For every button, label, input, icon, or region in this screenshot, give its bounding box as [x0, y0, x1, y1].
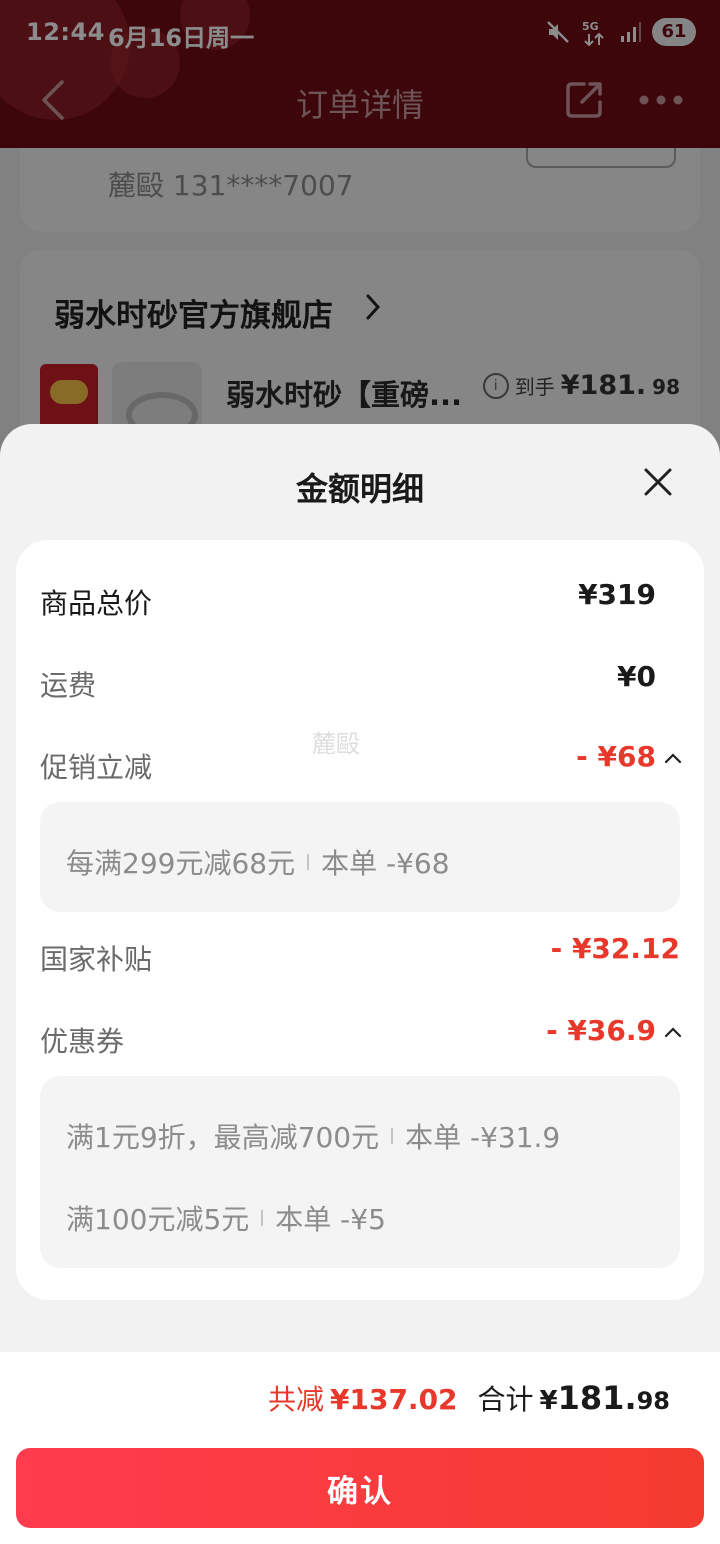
chevron-up-icon[interactable]	[664, 1026, 682, 1038]
divider	[307, 854, 310, 870]
divider	[261, 1210, 264, 1226]
coupon-detail-box: 满1元9折，最高减700元 本单 -¥31.9 满100元减5元 本单 -¥5	[40, 1076, 680, 1268]
promo-value[interactable]: - ¥68	[576, 740, 656, 773]
promo-amount: 本单 -¥68	[321, 847, 450, 880]
shipping-value: ¥0	[617, 660, 656, 693]
confirm-area: 确认	[0, 1444, 720, 1544]
total-bar: 共减 ¥137.02 合计 ¥ 181. 98	[0, 1352, 720, 1444]
shipping-label: 运费	[40, 669, 97, 702]
sheet-title: 金额明细	[295, 470, 424, 508]
coupon-label: 优惠券	[40, 1025, 125, 1058]
promo-label: 促销立减	[40, 751, 153, 784]
chevron-up-icon[interactable]	[664, 752, 682, 764]
total-currency: ¥	[539, 1386, 558, 1416]
saved-label: 共减	[267, 1383, 324, 1416]
coupon-rule: 满100元减5元	[66, 1203, 250, 1236]
goods-total-label: 商品总价	[40, 587, 153, 620]
total-decimal: 98	[636, 1387, 670, 1415]
coupon-amount: 本单 -¥5	[275, 1203, 386, 1236]
goods-total-value: ¥319	[578, 578, 656, 611]
coupon-amount: 本单 -¥31.9	[405, 1121, 561, 1154]
subsidy-label: 国家补贴	[40, 943, 153, 976]
promo-detail-line: 每满299元减68元 本单 -¥68	[66, 842, 450, 882]
subsidy-value: - ¥32.12	[550, 932, 680, 965]
total-integer: 181.	[557, 1379, 637, 1417]
watermark: 麓毆	[312, 730, 360, 758]
confirm-button[interactable]: 确认	[16, 1448, 704, 1528]
coupon-rule: 满1元9折，最高减700元	[66, 1121, 380, 1154]
divider	[391, 1128, 394, 1144]
coupon-detail-line: 满100元减5元 本单 -¥5	[66, 1198, 386, 1238]
close-icon[interactable]	[640, 464, 676, 500]
total-label: 合计	[477, 1383, 534, 1416]
total-summary: 共减 ¥137.02 合计 ¥ 181. 98	[268, 1378, 670, 1418]
coupon-value[interactable]: - ¥36.9	[546, 1014, 656, 1047]
amount-detail-sheet: 金额明细 麓毆 商品总价 ¥319 运费 ¥0 促销立减 - ¥68 每满299…	[0, 424, 720, 1544]
amount-detail-card: 麓毆 商品总价 ¥319 运费 ¥0 促销立减 - ¥68 每满299元减68元…	[16, 540, 704, 1300]
saved-value: ¥137.02	[330, 1383, 458, 1416]
promo-detail-box: 每满299元减68元 本单 -¥68	[40, 802, 680, 912]
coupon-detail-line: 满1元9折，最高减700元 本单 -¥31.9	[66, 1116, 560, 1156]
promo-rule: 每满299元减68元	[66, 847, 296, 880]
